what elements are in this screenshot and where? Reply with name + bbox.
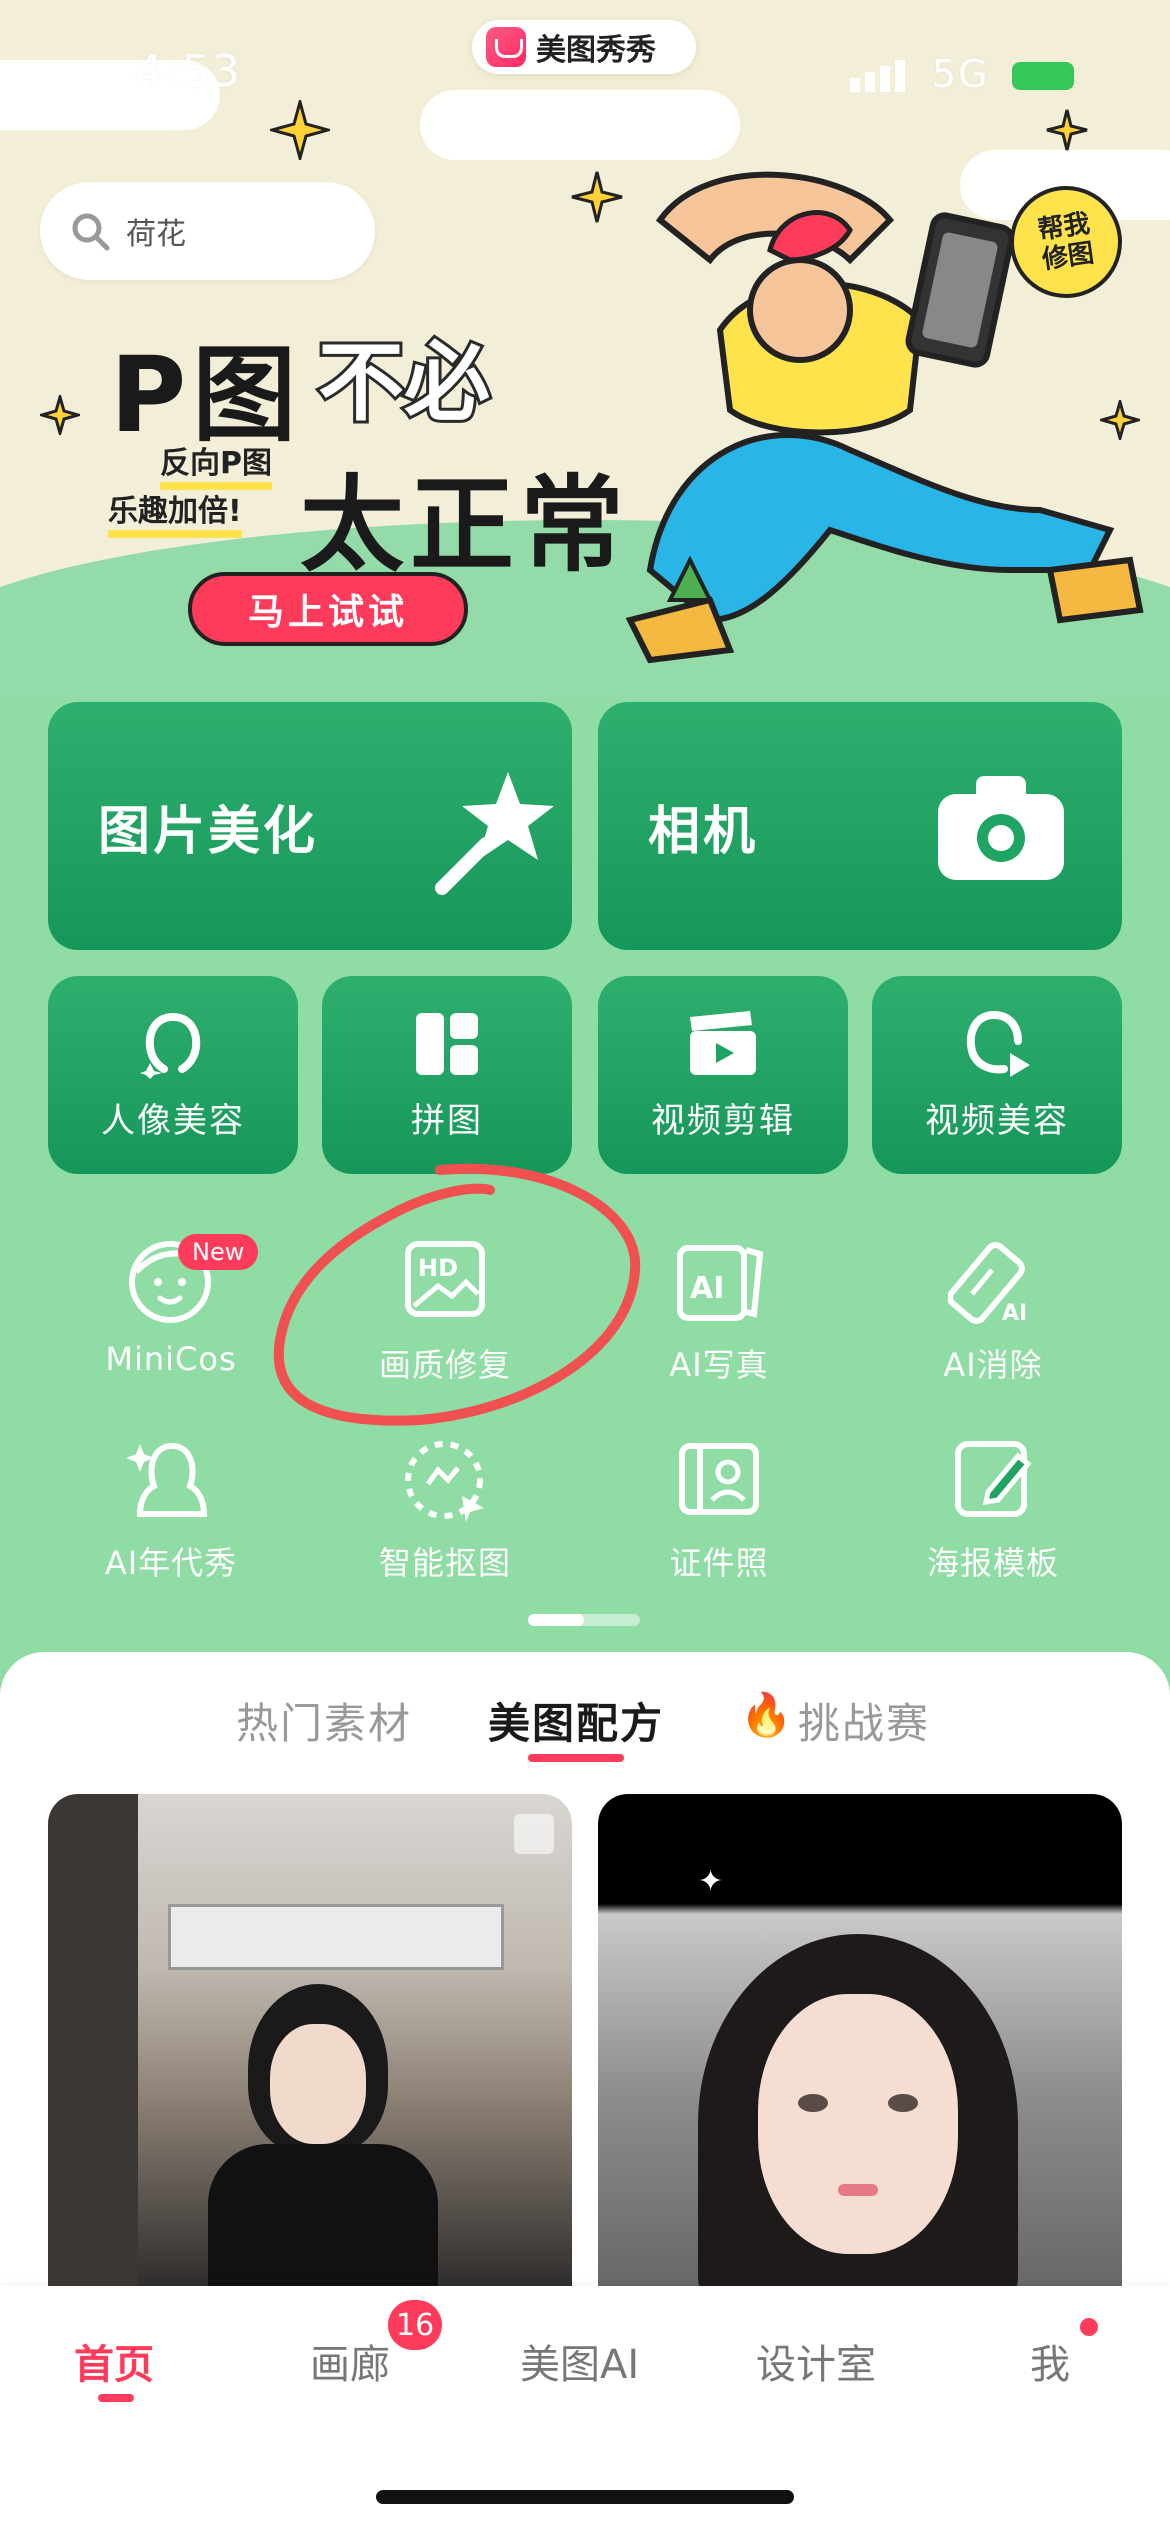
tool-id-photo[interactable]: 证件照 xyxy=(584,1434,854,1584)
eraser-icon: AI xyxy=(948,1242,1027,1326)
me-notification-dot xyxy=(1080,2318,1098,2336)
id-photo-icon xyxy=(679,1443,759,1515)
battery-icon xyxy=(1012,62,1074,90)
svg-text:AI: AI xyxy=(690,1271,724,1306)
promo-banner[interactable]: 帮我修图 P图 不必 太正常 反向P图 乐趣加倍! xyxy=(0,0,1170,700)
star-icon xyxy=(1046,109,1088,151)
nav-gallery[interactable]: 画廊 xyxy=(310,2332,390,2390)
highlight-circle-annotation xyxy=(273,1163,641,1426)
nav-active-indicator xyxy=(98,2394,134,2402)
app-name-pill: 美图秀秀 xyxy=(472,20,696,74)
try-now-button[interactable]: 马上试试 xyxy=(188,572,468,646)
tool-poster-template[interactable]: 海报模板 xyxy=(858,1434,1128,1584)
portrait-icon xyxy=(140,1012,201,1079)
photo-edit-label: 图片美化 xyxy=(98,801,319,862)
banner-title-bottom: 太正常 xyxy=(300,464,631,586)
banner-title-highlight: 不必 xyxy=(315,330,493,436)
ai-portrait-icon: AI xyxy=(677,1245,764,1321)
tab-hot-materials[interactable]: 热门素材 xyxy=(236,1690,412,1751)
id-photo-label: 证件照 xyxy=(669,1544,769,1582)
nav-home[interactable]: 首页 xyxy=(74,2332,154,2390)
tab-challenge[interactable]: 挑战赛 xyxy=(798,1690,930,1751)
portrait-beauty-label: 人像美容 xyxy=(101,1100,245,1141)
camera-icon xyxy=(938,776,1064,880)
banner-tag-1: 反向P图 xyxy=(160,438,272,490)
star-icon xyxy=(270,100,330,160)
ai-era-icon xyxy=(126,1442,208,1517)
ai-eraser-label: AI消除 xyxy=(943,1346,1043,1384)
poster-edit-icon xyxy=(955,1441,1032,1517)
network-type: 5G xyxy=(932,52,990,96)
video-edit-label: 视频剪辑 xyxy=(651,1100,795,1141)
active-tab-indicator xyxy=(528,1754,624,1762)
fire-icon: 🔥 xyxy=(740,1690,793,1739)
tool-smart-cutout[interactable]: 智能抠图 xyxy=(310,1434,580,1584)
feed-card[interactable]: ✦ xyxy=(598,1794,1122,2294)
tool-ai-era-show[interactable]: AI年代秀 xyxy=(36,1434,306,1584)
video-beauty-icon xyxy=(966,1010,1030,1077)
star-icon xyxy=(40,395,80,435)
ai-portrait-label: AI写真 xyxy=(669,1346,769,1384)
sticker-text: 帮我修图 xyxy=(1036,208,1096,276)
clapperboard-icon xyxy=(690,1010,756,1075)
camera-label: 相机 xyxy=(648,801,759,862)
minicos-label: MiniCos xyxy=(105,1340,237,1378)
poster-template-label: 海报模板 xyxy=(926,1544,1059,1582)
meitu-logo-icon xyxy=(486,27,526,67)
nav-me[interactable]: 我 xyxy=(1030,2332,1070,2390)
video-edit-tile[interactable]: 视频剪辑 xyxy=(598,976,848,1174)
photo-edit-tile[interactable]: 图片美化 xyxy=(48,702,572,950)
status-time: 4:53 xyxy=(135,46,242,97)
collage-tile[interactable]: 拼图 xyxy=(322,976,572,1174)
home-indicator xyxy=(376,2490,794,2504)
feed-card[interactable] xyxy=(48,1794,572,2294)
svg-text:AI: AI xyxy=(1002,1301,1027,1326)
image-type-icon xyxy=(514,1814,554,1854)
nav-meitu-ai[interactable]: 美图AI xyxy=(520,2332,639,2390)
video-beauty-tile[interactable]: 视频美容 xyxy=(872,976,1122,1174)
search-bar[interactable]: 荷花 xyxy=(40,182,375,280)
gallery-count-badge: 16 xyxy=(388,2300,443,2350)
new-badge: New xyxy=(178,1234,259,1270)
tab-meitu-recipes[interactable]: 美图配方 xyxy=(488,1690,664,1751)
signal-icon xyxy=(850,60,905,92)
magic-wand-icon xyxy=(435,772,554,895)
search-placeholder: 荷花 xyxy=(126,217,186,252)
search-icon xyxy=(72,213,110,251)
ai-era-label: AI年代秀 xyxy=(104,1544,238,1582)
nav-design-studio[interactable]: 设计室 xyxy=(756,2332,876,2390)
collage-icon xyxy=(416,1012,478,1075)
banner-tag-2: 乐趣加倍! xyxy=(108,486,242,538)
collage-label: 拼图 xyxy=(411,1100,483,1141)
try-now-label: 马上试试 xyxy=(247,592,408,633)
portrait-beauty-tile[interactable]: 人像美容 xyxy=(48,976,298,1174)
video-beauty-label: 视频美容 xyxy=(925,1100,1069,1141)
smart-cutout-label: 智能抠图 xyxy=(378,1544,511,1582)
app-name: 美图秀秀 xyxy=(536,33,656,68)
tool-ai-eraser[interactable]: AI AI消除 xyxy=(858,1236,1128,1386)
camera-tile[interactable]: 相机 xyxy=(598,702,1122,950)
pager-indicator xyxy=(528,1614,640,1626)
